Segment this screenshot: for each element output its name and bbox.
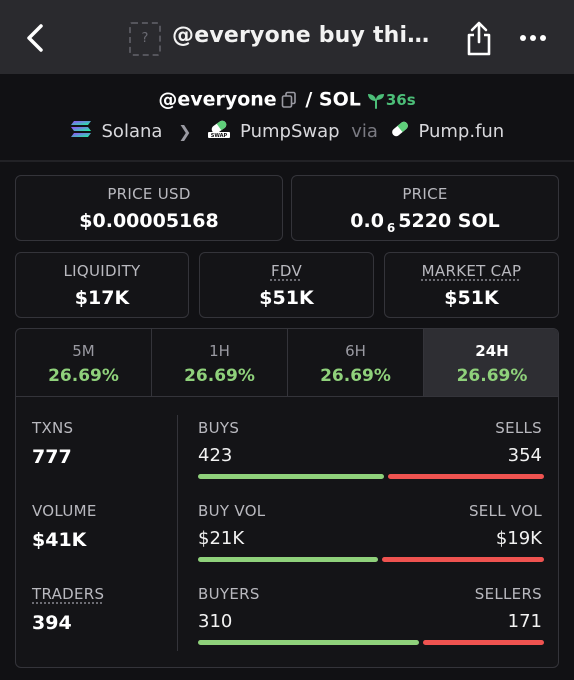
sells-value: 354 — [507, 445, 542, 466]
buy-vol-value: $21K — [198, 528, 245, 549]
price-usd-card: PRICE USD $0.00005168 — [15, 175, 283, 241]
price-usd-value: $0.00005168 — [79, 210, 219, 232]
chain-name[interactable]: Solana — [102, 121, 163, 142]
buy-vol-label: BUY VOL — [198, 502, 266, 520]
tab-24h[interactable]: 24H 26.69% — [424, 329, 558, 396]
launchpad-name[interactable]: Pump.fun — [418, 121, 504, 142]
base-token-symbol: @everyone — [158, 88, 277, 111]
price-native-card: PRICE 0.0 6 5220 SOL — [291, 175, 559, 241]
tab-change: 26.69% — [456, 366, 528, 386]
sell-vol-value: $19K — [495, 528, 542, 549]
sells-label: SELLS — [495, 419, 542, 437]
fdv-card[interactable]: FDV $51K — [199, 252, 374, 318]
market-cap-value: $51K — [444, 287, 499, 309]
sells-ratio-bar — [388, 474, 544, 479]
tab-5m[interactable]: 5M 26.69% — [16, 329, 151, 396]
pair-header: @everyone / SOL 36s Solana ❯ SWAP PumpSwa… — [0, 74, 574, 160]
price-native-zero-count: 6 — [386, 221, 396, 235]
svg-text:SWAP: SWAP — [211, 133, 228, 139]
price-native-label: PRICE — [402, 185, 448, 203]
buyers-value: 310 — [198, 611, 233, 632]
quote-token-symbol: SOL — [318, 88, 361, 111]
sellers-ratio-bar — [423, 640, 544, 645]
tab-change: 26.69% — [184, 366, 255, 386]
sell-vol-ratio-bar — [382, 557, 544, 562]
buys-value: 423 — [198, 445, 233, 466]
sellers-value: 171 — [507, 611, 542, 632]
fdv-value: $51K — [259, 287, 314, 309]
buys-ratio-bar — [198, 474, 384, 479]
liquidity-value: $17K — [74, 287, 130, 309]
pumpswap-icon: SWAP — [207, 119, 231, 144]
tab-label: 5M — [72, 342, 95, 360]
pair-age: 36s — [385, 90, 416, 109]
chevron-right-icon: ❯ — [178, 122, 192, 141]
buyers-label: BUYERS — [198, 585, 260, 603]
fdv-label[interactable]: FDV — [271, 262, 302, 280]
tab-6h[interactable]: 6H 26.69% — [288, 329, 423, 396]
pair-route: Solana ❯ SWAP PumpSwap via Pump.fun — [0, 119, 574, 144]
pair-name: @everyone / SOL 36s — [0, 88, 574, 111]
txns-value: 777 — [32, 446, 72, 468]
traders-value: 394 — [32, 612, 72, 634]
price-native-prefix: 0.0 — [350, 210, 384, 232]
price-native-digits: 5220 SOL — [398, 210, 500, 232]
pumpfun-icon — [390, 120, 410, 143]
buys-label: BUYS — [198, 419, 240, 437]
tab-change: 26.69% — [320, 366, 391, 386]
buy-vol-ratio-bar — [198, 557, 378, 562]
volume-label: VOLUME — [32, 502, 97, 520]
volume-value: $41K — [32, 529, 87, 551]
liquidity-label: LIQUIDITY — [63, 262, 141, 280]
tab-label: 6H — [345, 342, 366, 360]
copy-icon[interactable] — [281, 91, 297, 109]
timeframe-tabs: 5M 26.69% 1H 26.69% 6H 26.69% 24H 26.69% — [16, 329, 558, 397]
dex-name[interactable]: PumpSwap — [240, 121, 340, 142]
tab-change: 26.69% — [48, 366, 119, 386]
tab-label: 1H — [209, 342, 230, 360]
pair-separator: / — [305, 88, 313, 111]
txns-label: TXNS — [32, 419, 74, 437]
column-divider — [177, 415, 178, 651]
price-usd-label: PRICE USD — [107, 185, 191, 203]
page-title: @everyone buy this... — [172, 23, 442, 48]
market-cap-card[interactable]: MARKET CAP $51K — [384, 252, 559, 318]
sprout-icon — [367, 92, 385, 109]
liquidity-card: LIQUIDITY $17K — [15, 252, 189, 318]
share-icon[interactable] — [464, 20, 494, 58]
sell-vol-label: SELL VOL — [468, 502, 542, 520]
back-chevron-icon[interactable] — [22, 22, 50, 54]
tab-label: 24H — [475, 342, 509, 360]
solana-icon — [70, 120, 92, 143]
via-label: via — [351, 121, 378, 142]
sellers-label: SELLERS — [474, 585, 542, 603]
more-dots-icon[interactable] — [518, 26, 548, 50]
header-divider — [0, 160, 574, 162]
token-thumbnail-placeholder: ? — [129, 22, 161, 56]
buyers-ratio-bar — [198, 640, 419, 645]
traders-label[interactable]: TRADERS — [32, 585, 104, 603]
market-cap-label[interactable]: MARKET CAP — [422, 262, 522, 280]
tab-1h[interactable]: 1H 26.69% — [152, 329, 287, 396]
price-native-value: 0.0 6 5220 SOL — [292, 210, 558, 235]
stats-panel: 5M 26.69% 1H 26.69% 6H 26.69% 24H 26.69%… — [15, 328, 559, 668]
top-bar: ? @everyone buy this... — [0, 0, 574, 74]
